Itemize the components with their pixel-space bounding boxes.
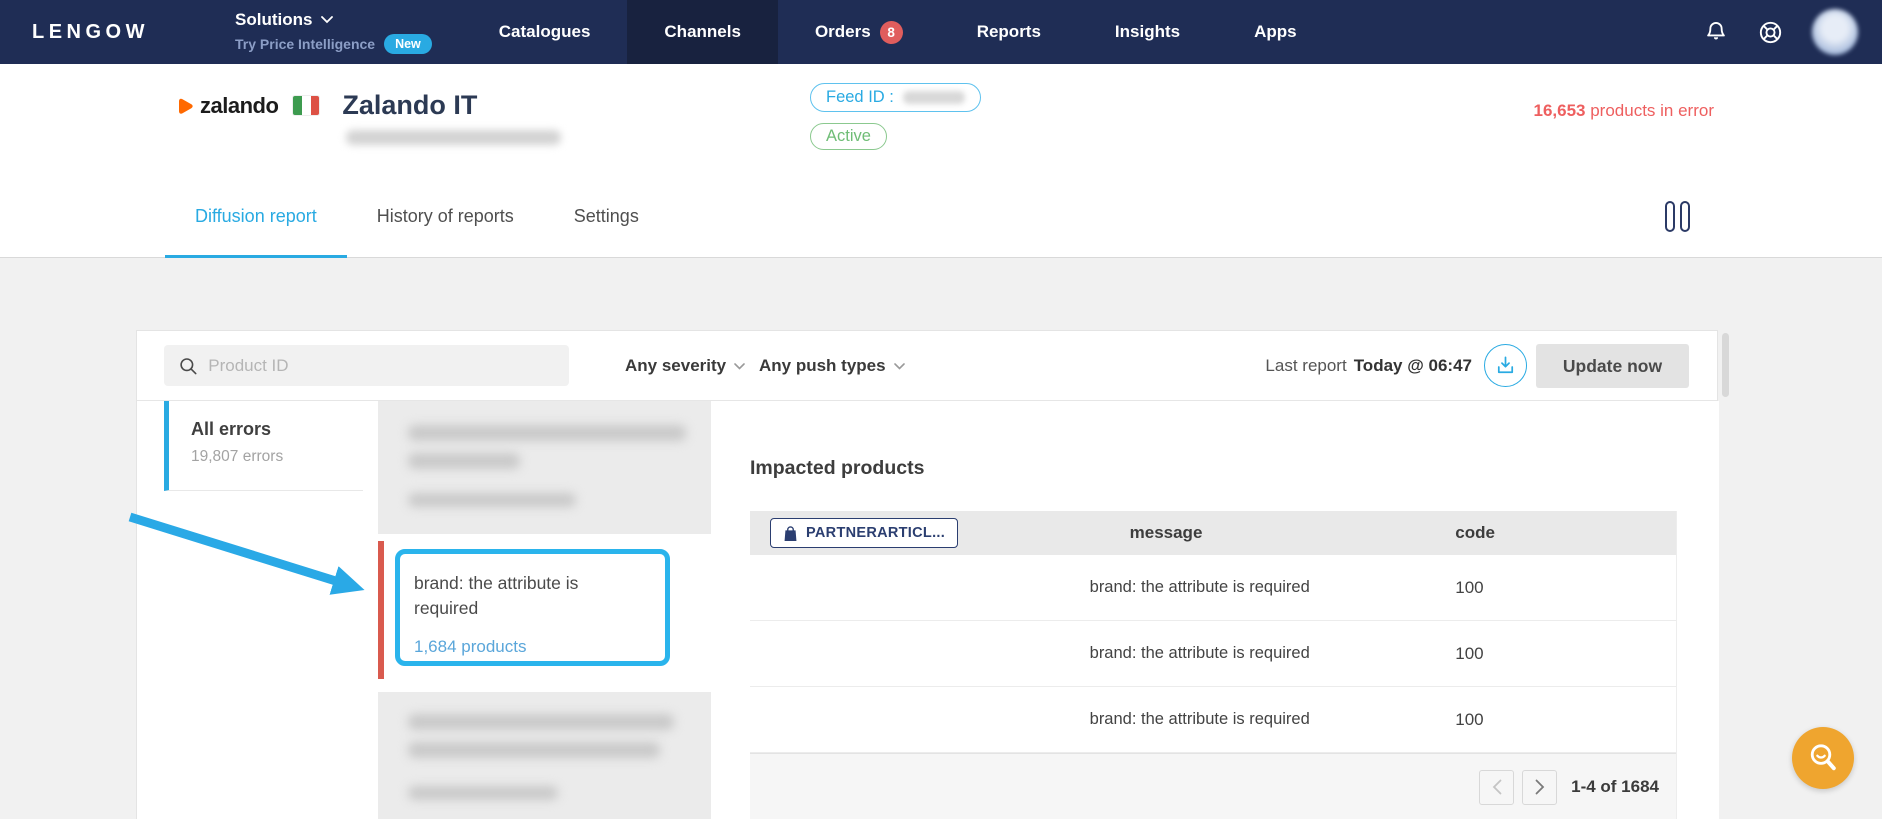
italy-flag-icon [293, 96, 319, 115]
orders-count-badge: 8 [880, 21, 903, 44]
row-code: 100 [1453, 710, 1676, 730]
chevron-down-icon [321, 16, 333, 24]
chevron-right-icon [1535, 779, 1545, 795]
search-box [164, 345, 569, 386]
error-suffix: products in error [1590, 101, 1714, 120]
blurred-products-link [408, 786, 558, 800]
status-pill: Active [810, 123, 887, 150]
chevron-down-icon [734, 363, 745, 370]
last-report-label: Last report [1265, 356, 1346, 376]
blurred-products-link [408, 493, 576, 507]
nav-item-channels[interactable]: Channels [627, 0, 778, 64]
all-errors-count: 19,807 errors [191, 448, 363, 466]
product-column-selector[interactable]: PARTNERARTICL... [770, 518, 958, 548]
impacted-products-section: Impacted products PARTNERARTICL... messa… [713, 401, 1719, 819]
help-button[interactable] [1757, 19, 1784, 46]
bell-icon [1703, 19, 1729, 45]
table-pagination: 1-4 of 1684 [750, 753, 1676, 819]
product-id-search-input[interactable] [208, 356, 555, 376]
error-count: 16,653 [1533, 101, 1585, 120]
table-row: brand: the attribute is required 100 [750, 687, 1676, 753]
page-title: Zalando IT [342, 90, 477, 121]
solutions-label: Solutions [235, 10, 312, 30]
blurred-error-text [408, 425, 686, 441]
blurred-channel-details [346, 130, 561, 145]
nav-item-orders[interactable]: Orders 8 [778, 0, 940, 64]
nav-item-apps[interactable]: Apps [1217, 0, 1334, 64]
support-chat-button[interactable] [1792, 727, 1854, 789]
blurred-feed-id-value [903, 91, 965, 104]
tab-diffusion-report[interactable]: Diffusion report [165, 176, 347, 257]
download-report-button[interactable] [1484, 344, 1527, 387]
nav-item-insights[interactable]: Insights [1078, 0, 1217, 64]
error-card-blurred[interactable] [378, 401, 711, 534]
download-icon [1494, 354, 1517, 377]
new-badge: New [384, 34, 432, 54]
row-code: 100 [1453, 578, 1676, 598]
row-code: 100 [1453, 644, 1676, 664]
all-errors-label: All errors [191, 419, 363, 440]
zalando-play-icon [176, 97, 194, 115]
severity-filter-dropdown[interactable]: Any severity [625, 331, 745, 401]
next-page-button[interactable] [1522, 770, 1557, 805]
pagination-range: 1-4 of 1684 [1571, 777, 1659, 797]
products-in-error: 16,653 products in error [1533, 101, 1714, 121]
pause-diffusion-button[interactable] [1665, 201, 1690, 232]
tabs-bar: Diffusion report History of reports Sett… [0, 176, 1882, 258]
pause-icon [1665, 201, 1675, 232]
shopping-bag-icon [783, 525, 798, 542]
navbar-right [1703, 0, 1882, 64]
lifesaver-icon [1757, 19, 1784, 46]
chevron-down-icon [894, 363, 905, 370]
error-card-products-link[interactable]: 1,684 products [414, 637, 526, 657]
update-now-button[interactable]: Update now [1536, 344, 1689, 388]
feed-id-label: Feed ID : [826, 88, 894, 107]
nav-item-reports[interactable]: Reports [940, 0, 1078, 64]
nav-item-solutions[interactable]: Solutions Try Price Intelligence New [205, 0, 462, 64]
last-report-info: Last report Today @ 06:47 [1265, 331, 1472, 401]
table-row: brand: the attribute is required 100 [750, 621, 1676, 687]
top-navbar: LENGOW Solutions Try Price Intelligence … [0, 0, 1882, 64]
errors-sidebar: All errors 19,807 errors [164, 401, 363, 819]
chevron-left-icon [1492, 779, 1502, 795]
impacted-products-table: PARTNERARTICL... message code brand: the… [750, 511, 1677, 819]
row-message: brand: the attribute is required [1090, 644, 1454, 663]
table-row: brand: the attribute is required 100 [750, 555, 1676, 621]
error-list: brand: the attribute is required 1,684 p… [378, 401, 713, 819]
prev-page-button[interactable] [1479, 770, 1514, 805]
column-header-code: code [1453, 523, 1676, 543]
error-card-title: brand: the attribute is required [414, 571, 644, 621]
table-header-row: PARTNERARTICL... message code [750, 511, 1676, 555]
solutions-subtitle: Try Price Intelligence [235, 36, 375, 52]
main-nav: Solutions Try Price Intelligence New Cat… [205, 0, 1334, 64]
lengow-logo[interactable]: LENGOW [0, 0, 205, 64]
user-avatar[interactable] [1812, 9, 1858, 55]
diffusion-report-panel: Any severity Any push types Last report … [136, 330, 1718, 819]
blurred-error-text [408, 714, 674, 730]
error-card-blurred[interactable] [378, 692, 711, 819]
column-header-message: message [1090, 523, 1454, 543]
tab-settings[interactable]: Settings [544, 176, 669, 257]
search-icon [178, 355, 198, 377]
error-card-brand-required[interactable]: brand: the attribute is required 1,684 p… [378, 541, 711, 679]
nav-item-catalogues[interactable]: Catalogues [462, 0, 628, 64]
scrollbar-thumb[interactable] [1722, 333, 1729, 397]
zalando-logo: zalando [176, 93, 278, 119]
row-message: brand: the attribute is required [1090, 710, 1454, 729]
blurred-error-text [408, 742, 660, 758]
magnifier-smile-icon [1806, 741, 1840, 775]
filter-bar: Any severity Any push types Last report … [137, 331, 1717, 401]
tab-history-of-reports[interactable]: History of reports [347, 176, 544, 257]
feed-id-pill: Feed ID : [810, 83, 981, 112]
channel-header: zalando Zalando IT Feed ID : Active 16,6… [0, 64, 1882, 176]
notifications-button[interactable] [1703, 19, 1729, 45]
push-types-filter-dropdown[interactable]: Any push types [759, 331, 905, 401]
last-report-value: Today @ 06:47 [1354, 356, 1472, 376]
row-message: brand: the attribute is required [1090, 578, 1454, 597]
sidebar-item-all-errors[interactable]: All errors 19,807 errors [164, 401, 363, 491]
impacted-products-heading: Impacted products [750, 457, 924, 480]
pause-icon [1680, 201, 1690, 232]
blurred-error-text [408, 453, 520, 469]
